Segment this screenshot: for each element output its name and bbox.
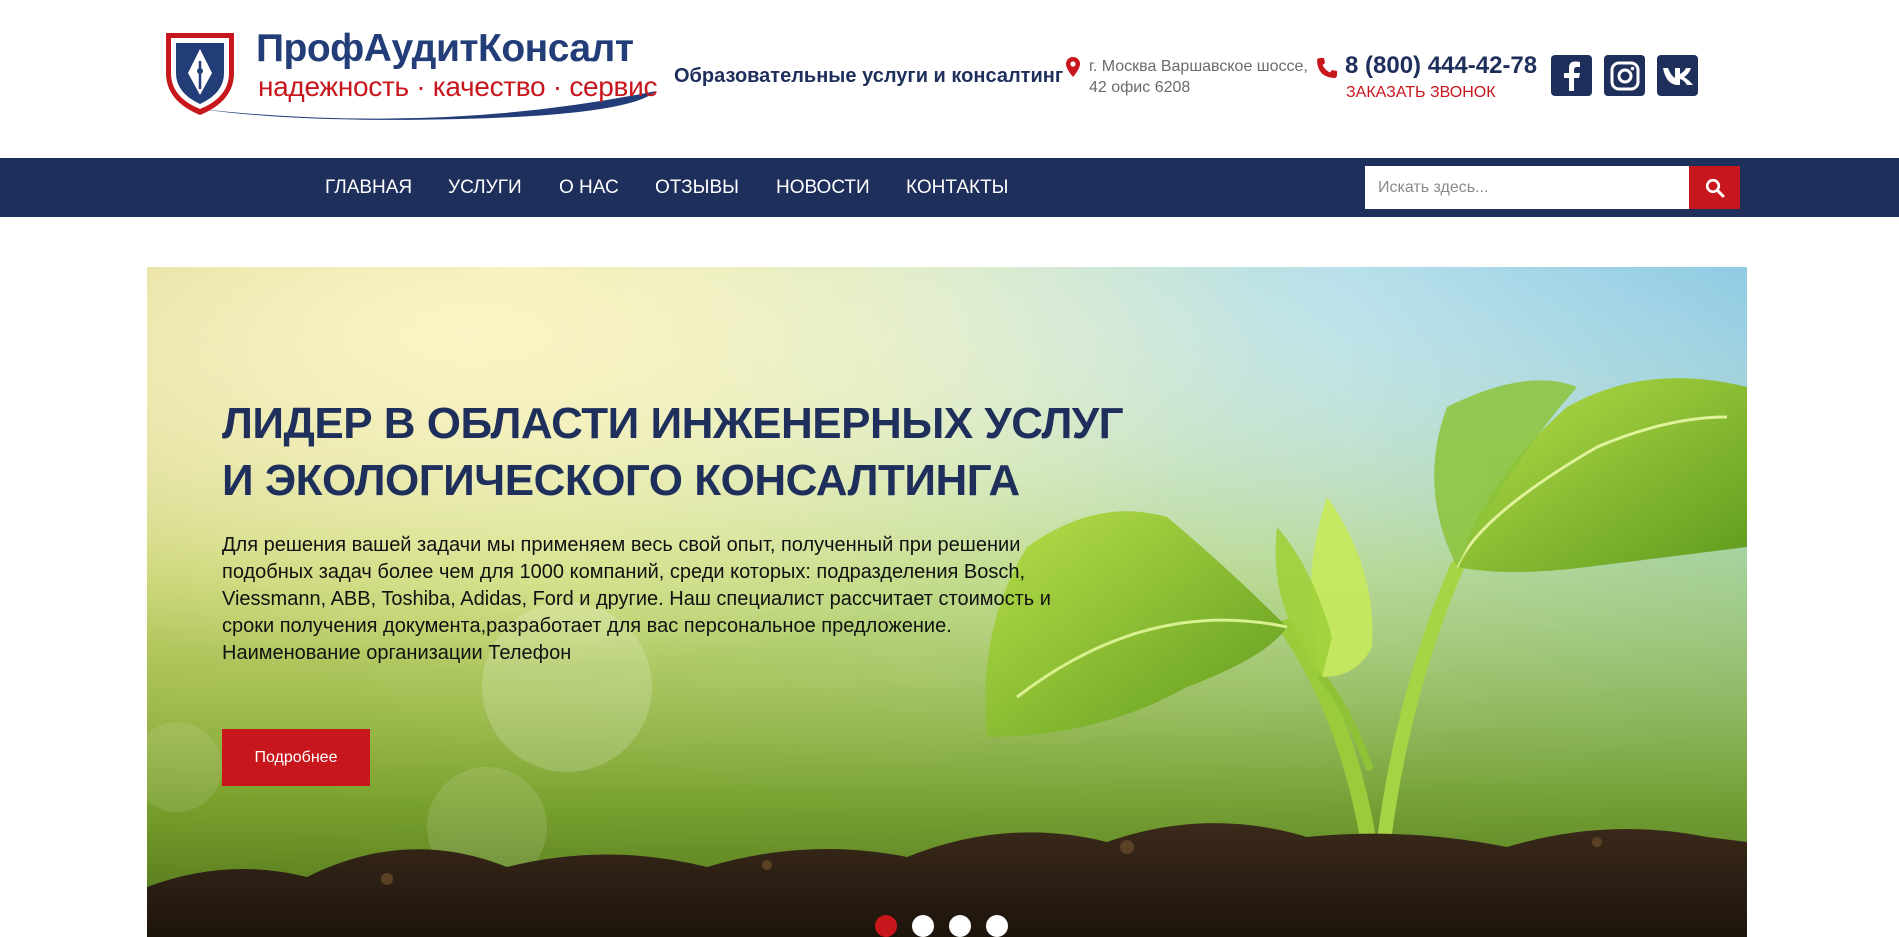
vk-link[interactable] bbox=[1657, 55, 1698, 96]
hero-title-line-2: И ЭКОЛОГИЧЕСКОГО КОНСАЛТИНГА bbox=[222, 456, 1020, 505]
site-header: ПрофАудитКонсалт надежность · качество ·… bbox=[0, 0, 1899, 158]
hero-title: ЛИДЕР В ОБЛАСТИ ИНЖЕНЕРНЫХ УСЛУГ И ЭКОЛО… bbox=[222, 395, 1124, 509]
company-slogan: Образовательные услуги и консалтинг bbox=[674, 65, 1064, 87]
address-block: г. Москва Варшавское шоссе, 42 офис 6208 bbox=[1066, 56, 1316, 98]
address-text: г. Москва Варшавское шоссе, 42 офис 6208 bbox=[1089, 58, 1308, 96]
instagram-link[interactable] bbox=[1604, 55, 1645, 96]
hero-title-line-1: ЛИДЕР В ОБЛАСТИ ИНЖЕНЕРНЫХ УСЛУГ bbox=[222, 399, 1124, 448]
slider-dot-2[interactable] bbox=[912, 915, 934, 937]
search-input[interactable] bbox=[1365, 166, 1689, 209]
facebook-link[interactable] bbox=[1551, 55, 1592, 96]
map-pin-icon bbox=[1066, 57, 1080, 77]
vk-icon bbox=[1662, 67, 1693, 85]
slider-dot-4[interactable] bbox=[986, 915, 1008, 937]
slider-dot-3[interactable] bbox=[949, 915, 971, 937]
nav-about[interactable]: О НАС bbox=[559, 158, 619, 217]
logo-link[interactable]: ПрофАудитКонсалт надежность · качество ·… bbox=[160, 27, 660, 123]
instagram-icon bbox=[1610, 61, 1639, 90]
hero-description: Для решения вашей задачи мы применяем ве… bbox=[222, 534, 1051, 664]
logo-tagline: надежность · качество · сервис bbox=[258, 71, 658, 102]
nav-contacts[interactable]: КОНТАКТЫ bbox=[906, 158, 1009, 217]
slider-dot-1[interactable] bbox=[875, 915, 897, 937]
nav-reviews[interactable]: ОТЗЫВЫ bbox=[655, 158, 739, 217]
phone-number[interactable]: 8 (800) 444-42-78 bbox=[1345, 52, 1537, 80]
nav-news[interactable]: НОВОСТИ bbox=[776, 158, 870, 217]
hero-slider: ЛИДЕР В ОБЛАСТИ ИНЖЕНЕРНЫХ УСЛУГ И ЭКОЛО… bbox=[147, 267, 1747, 937]
nav-services[interactable]: УСЛУГИ bbox=[448, 158, 522, 217]
search-icon bbox=[1705, 178, 1724, 197]
logo-title: ПрофАудитКонсалт bbox=[256, 27, 634, 70]
callback-link[interactable]: ЗАКАЗАТЬ ЗВОНОК bbox=[1346, 84, 1496, 102]
nav-home[interactable]: ГЛАВНАЯ bbox=[325, 158, 412, 217]
more-button[interactable]: Подробнее bbox=[222, 729, 370, 786]
phone-icon bbox=[1317, 58, 1337, 78]
search-button[interactable] bbox=[1689, 166, 1740, 209]
facebook-icon bbox=[1563, 61, 1580, 91]
